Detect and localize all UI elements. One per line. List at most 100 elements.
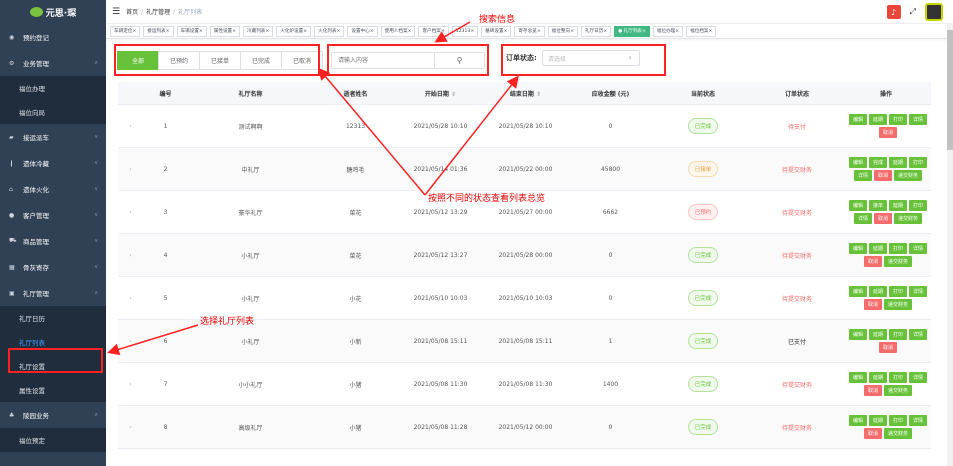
bell-icon[interactable]: ♪ xyxy=(886,5,901,19)
tag-item[interactable]: 设置中心 × xyxy=(347,25,378,37)
sidebar-item-cold[interactable]: ❙ 遗体冷藏 ∨ xyxy=(0,150,106,176)
close-icon[interactable]: × xyxy=(570,29,574,34)
expand-icon[interactable]: › xyxy=(118,295,143,302)
close-icon[interactable]: × xyxy=(370,29,374,34)
sidebar-item-hall-settings[interactable]: 礼厅设置 xyxy=(0,354,106,378)
sidebar-item-hall[interactable]: ▣ 礼厅管理 ∧ xyxy=(0,280,106,306)
sidebar-item-goods[interactable]: ⛟ 商品管理 ∨ xyxy=(0,228,106,254)
tag-item[interactable]: 属性设置 × xyxy=(209,25,240,37)
sidebar-item-cemetery[interactable]: ♣ 陵园业务 ∧ xyxy=(0,402,106,428)
action-button[interactable]: 延期 xyxy=(868,243,887,254)
sidebar-item-cremation[interactable]: ⌂ 遗体火化 ∨ xyxy=(0,176,106,202)
filter-button[interactable]: 已接单 xyxy=(199,50,241,70)
action-button[interactable]: 延期 xyxy=(889,200,908,211)
expand-icon[interactable]: › xyxy=(118,252,143,259)
action-button[interactable]: 取消 xyxy=(863,428,882,439)
action-button[interactable]: 编辑 xyxy=(848,243,867,254)
action-button[interactable]: 详情 xyxy=(909,329,928,340)
table-row[interactable]: › 8 高级礼厅 小猪 2021/05/08 11:28 2021/05/12 00:00… xyxy=(118,406,931,449)
action-button[interactable]: 详情 xyxy=(909,372,928,383)
column-header[interactable]: 开始日期 ⇕ xyxy=(398,89,483,98)
action-button[interactable]: 打印 xyxy=(909,157,928,168)
action-button[interactable]: 取消 xyxy=(863,385,882,396)
tag-item[interactable]: 福位整向 × xyxy=(547,25,578,37)
expand-icon[interactable]: › xyxy=(118,209,143,216)
action-button[interactable]: 打印 xyxy=(889,415,908,426)
breadcrumb-home[interactable]: 首页 xyxy=(126,9,138,16)
hamburger-icon[interactable]: ☰ xyxy=(112,7,120,17)
filter-button[interactable]: 已取消 xyxy=(281,50,323,70)
filter-button[interactable]: 已完成 xyxy=(240,50,282,70)
close-icon[interactable]: × xyxy=(303,29,307,34)
action-button[interactable]: 延期 xyxy=(868,415,887,426)
sidebar-item-slot-direction[interactable]: 福位向局 xyxy=(0,100,106,124)
tag-item[interactable]: ● 礼厅列表 × xyxy=(614,25,650,37)
search-input[interactable] xyxy=(332,53,434,68)
close-icon[interactable]: × xyxy=(504,29,508,34)
action-button[interactable]: 编辑 xyxy=(848,200,867,211)
tag-item[interactable]: 火化列表 × xyxy=(314,25,345,37)
action-button[interactable]: 延期 xyxy=(868,372,887,383)
tag-item[interactable]: 12313 × xyxy=(451,25,479,37)
action-button[interactable]: 详情 xyxy=(909,114,928,125)
action-button[interactable]: 打印 xyxy=(889,372,908,383)
close-icon[interactable]: × xyxy=(132,29,136,34)
sidebar-item-pickup[interactable]: ▰ 接运派车 ∨ xyxy=(0,124,106,150)
sidebar-item-ashes[interactable]: ▦ 骨灰寄存 ∨ xyxy=(0,254,106,280)
tag-item[interactable]: 墓碑设置 × xyxy=(481,25,512,37)
action-button[interactable]: 打印 xyxy=(889,243,908,254)
table-row[interactable]: › 7 小小礼厅 小猪 2021/05/08 11:30 2021/05/08 11:30… xyxy=(118,363,931,406)
action-button[interactable]: 取消 xyxy=(863,299,882,310)
action-button[interactable]: 编辑 xyxy=(848,329,867,340)
sidebar-item-property[interactable]: 属性设置 xyxy=(0,378,106,402)
sidebar-item-reservation[interactable]: ◉ 预约登记 xyxy=(0,24,106,50)
close-icon[interactable]: × xyxy=(408,29,412,34)
action-button[interactable]: 详情 xyxy=(909,243,928,254)
sidebar-item-slot-reserve[interactable]: 福位预定 xyxy=(0,428,106,452)
action-button[interactable]: 编辑 xyxy=(848,415,867,426)
expand-icon[interactable]: › xyxy=(118,338,143,345)
action-button[interactable]: 递交财务 xyxy=(884,385,913,396)
action-button[interactable]: 接单 xyxy=(868,200,887,211)
action-button[interactable]: 递交财务 xyxy=(884,428,913,439)
action-button[interactable]: 完成 xyxy=(868,157,887,168)
action-button[interactable]: 递交财务 xyxy=(884,256,913,267)
action-button[interactable]: 取消 xyxy=(873,213,892,224)
action-button[interactable]: 递交财务 xyxy=(884,299,913,310)
close-icon[interactable]: × xyxy=(232,29,236,34)
close-icon[interactable]: × xyxy=(603,29,607,34)
action-button[interactable]: 递交财务 xyxy=(894,170,923,181)
action-button[interactable]: 打印 xyxy=(889,329,908,340)
action-button[interactable]: 编辑 xyxy=(848,286,867,297)
tag-item[interactable]: 使用人档案 × xyxy=(380,25,416,37)
close-icon[interactable]: × xyxy=(336,29,340,34)
close-icon[interactable]: × xyxy=(441,29,445,34)
table-row[interactable]: › 2 中礼厅 糖鸡毛 2021/05/14 01:36 2021/05/22 00:00… xyxy=(118,148,931,191)
table-row[interactable]: › 1 测试啊啊 12313 2021/05/28 10:10 2021/05/28 10… xyxy=(118,105,931,148)
action-button[interactable]: 取消 xyxy=(863,256,882,267)
expand-icon[interactable]: › xyxy=(118,166,143,173)
close-icon[interactable]: × xyxy=(166,29,170,34)
expand-icon[interactable]: › xyxy=(118,381,143,388)
action-button[interactable]: 编辑 xyxy=(848,114,867,125)
close-icon[interactable]: × xyxy=(709,29,713,34)
sort-icon[interactable]: ⇕ xyxy=(449,91,456,98)
tag-item[interactable]: 福位办理 × xyxy=(652,25,684,37)
action-button[interactable]: 打印 xyxy=(889,286,908,297)
action-button[interactable]: 递交财务 xyxy=(894,213,923,224)
tag-item[interactable]: 接运列表 × xyxy=(143,25,174,37)
expand-icon[interactable]: › xyxy=(118,424,143,431)
tag-item[interactable]: 客户档案 × xyxy=(418,25,449,37)
vertical-scrollbar[interactable] xyxy=(947,24,953,466)
sidebar-item-business[interactable]: ⚙ 业务管理 ∧ xyxy=(0,50,106,76)
action-button[interactable]: 打印 xyxy=(909,200,928,211)
action-button[interactable]: 详情 xyxy=(853,170,872,181)
app-logo[interactable]: 元思·琛 xyxy=(0,0,106,24)
close-icon[interactable]: × xyxy=(675,29,679,34)
filter-button[interactable]: 已预约 xyxy=(158,50,200,70)
action-button[interactable]: 延期 xyxy=(868,114,887,125)
column-header[interactable]: 结束日期 ⇕ xyxy=(483,89,568,98)
action-button[interactable]: 取消 xyxy=(873,170,892,181)
table-row[interactable]: › 4 小礼厅 菜花 2021/05/12 13:27 2021/05/28 00:00 0… xyxy=(118,234,931,277)
fullscreen-icon[interactable]: ⤢ xyxy=(910,7,916,17)
